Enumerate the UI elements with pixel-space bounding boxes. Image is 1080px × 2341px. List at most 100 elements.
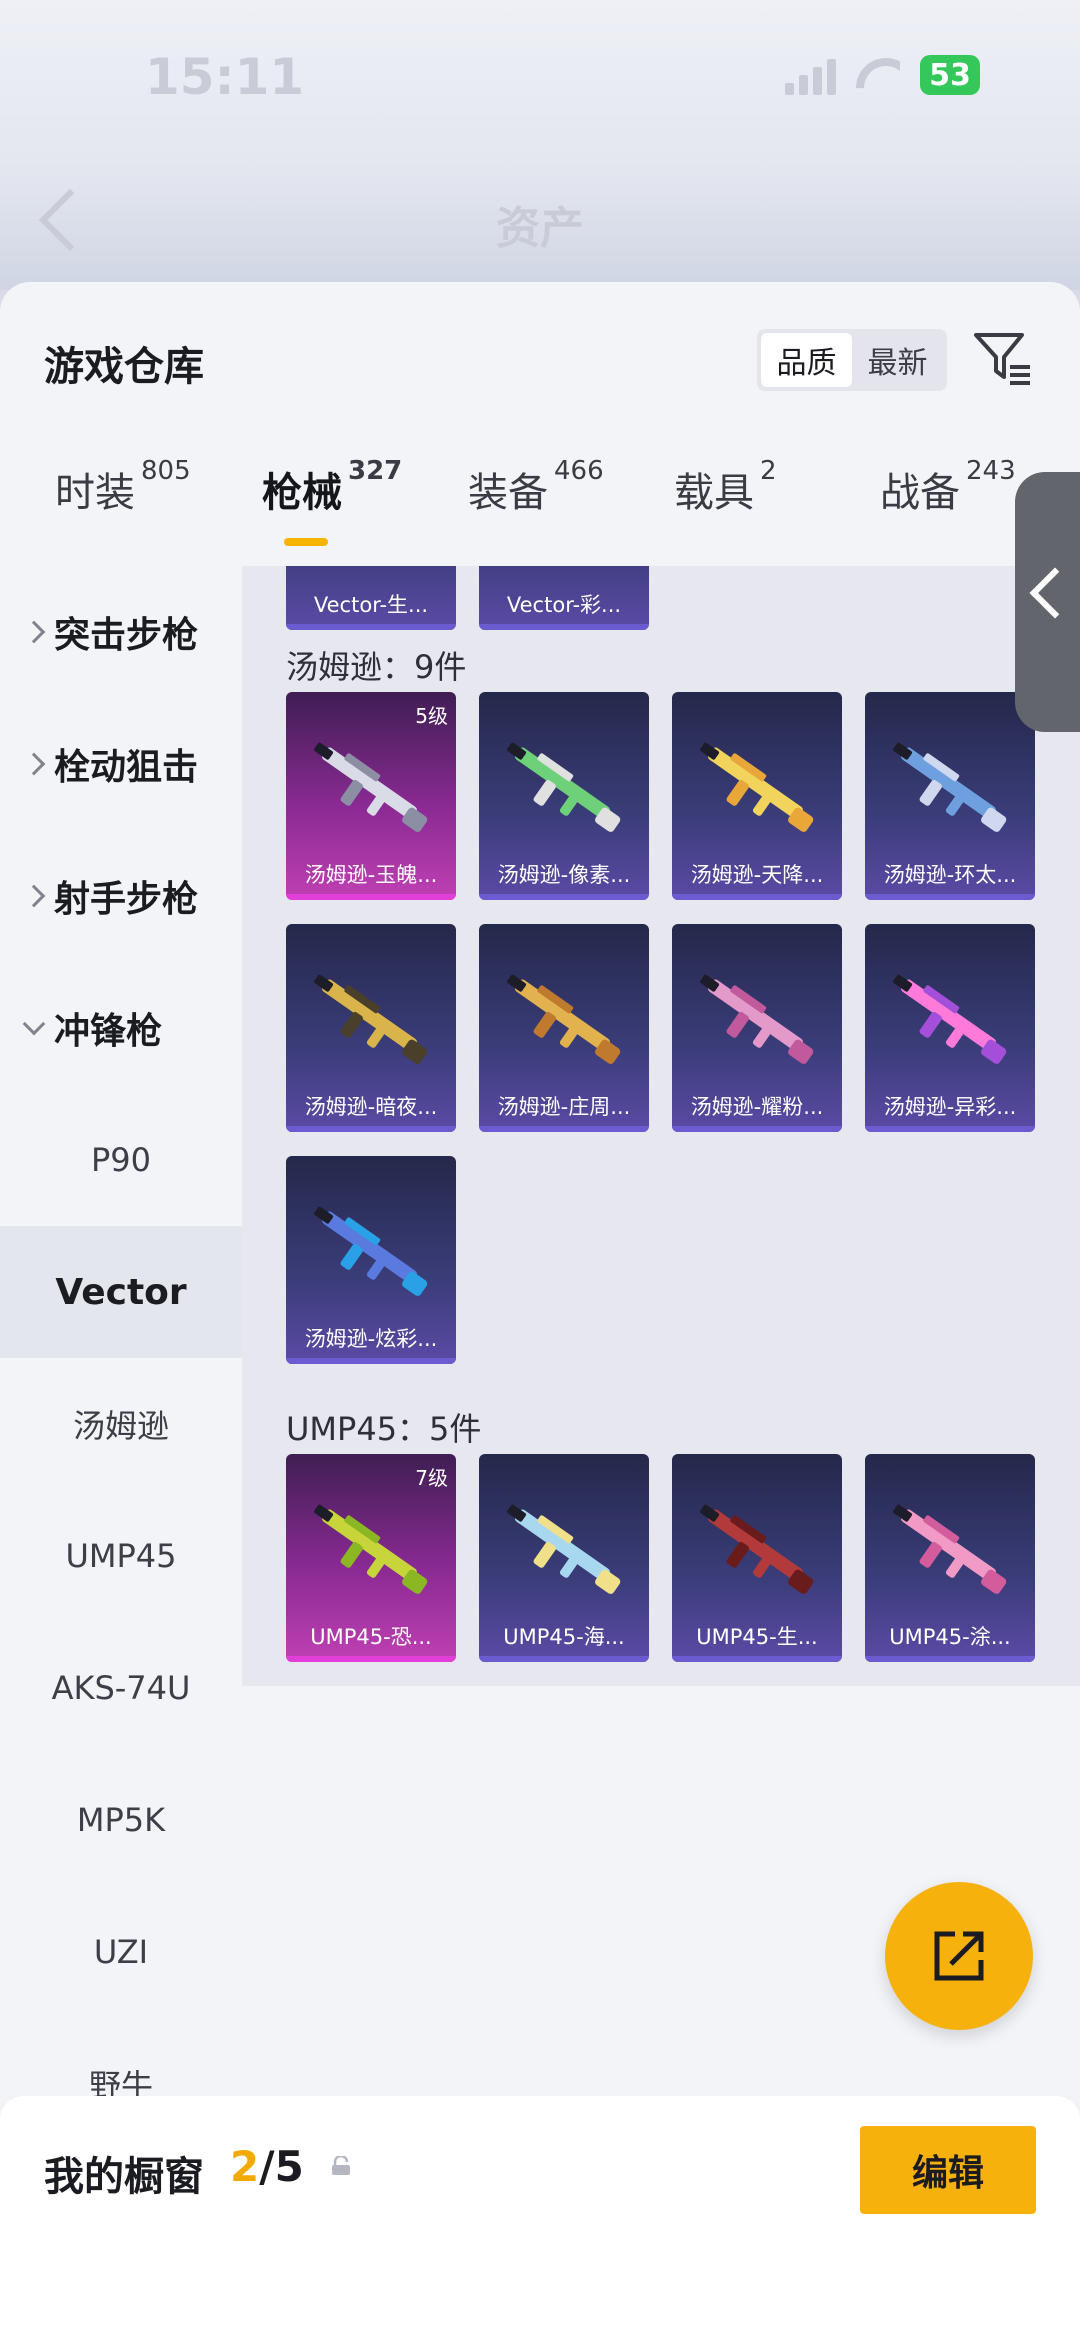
item-card[interactable]: 汤姆逊-异彩... [865,924,1035,1132]
rarity-bar [286,1358,456,1364]
nav-item-0[interactable]: P90 [0,1094,242,1226]
weapon-skin-icon [700,974,814,1064]
sheet-title: 游戏仓库 [44,344,204,390]
item-card[interactable]: Vector-生... [286,566,456,630]
tab-label: 时装 [55,470,135,516]
chevron-right-icon [22,752,46,776]
item-card[interactable]: 汤姆逊-耀粉... [672,924,842,1132]
rarity-bar [286,894,456,900]
tab-label: 战备 [880,470,960,516]
item-label: 汤姆逊-玉魄... [304,863,438,887]
tab-4[interactable]: 战备 243 [880,456,1016,518]
item-label: 汤姆逊-耀粉... [690,1095,824,1119]
sort-toggle: 品质 最新 [757,329,947,391]
item-label: 汤姆逊-炫彩... [304,1327,438,1351]
item-card[interactable]: 汤姆逊-暗夜... [286,924,456,1132]
warehouse-sheet: 游戏仓库 品质 最新 时装 805 枪械 327 装备 466 载具 2 战备 243 突击步枪栓… [0,282,1080,2341]
nav-item-4[interactable]: AKS-74U [0,1622,242,1754]
signal-icon [785,55,836,95]
item-card[interactable]: 5级汤姆逊-玉魄... [286,692,456,900]
showcase-total: /5 [259,2142,304,2191]
status-icons: 53 [785,55,980,95]
weapon-skin-icon [314,1206,428,1296]
item-label: UMP45-海... [503,1625,625,1649]
tab-count: 2 [760,456,777,486]
item-card[interactable]: Vector-彩... [479,566,649,630]
item-card[interactable]: UMP45-涂... [865,1454,1035,1662]
tab-2[interactable]: 装备 466 [468,456,604,518]
tab-count: 466 [554,456,604,486]
item-label: 汤姆逊-异彩... [883,1095,1017,1119]
item-label: 汤姆逊-暗夜... [304,1095,438,1119]
rarity-bar [865,1126,1035,1132]
nav-group-3[interactable]: 冲锋枪 [0,962,242,1094]
nav-group-label: 射手步枪 [54,879,199,920]
item-card[interactable]: 汤姆逊-炫彩... [286,1156,456,1364]
tab-3[interactable]: 载具 2 [674,456,777,518]
item-card[interactable]: UMP45-生... [672,1454,842,1662]
item-level: 5级 [415,704,448,728]
edit-button[interactable]: 编辑 [860,2126,1036,2214]
left-nav: 突击步枪栓动狙击射手步枪冲锋枪 P90 Vector 汤姆逊 UMP45 AKS-74U M… [0,566,242,2105]
tab-1[interactable]: 枪械 327 [262,456,402,546]
tab-count: 243 [966,456,1016,486]
nav-group-1[interactable]: 栓动狙击 [0,698,242,830]
rarity-bar [672,1126,842,1132]
item-card[interactable]: 汤姆逊-像素... [479,692,649,900]
rarity-bar [479,1126,649,1132]
weapon-skin-icon [314,1504,428,1594]
tab-0[interactable]: 时装 805 [55,456,191,518]
chevron-down-icon [22,1012,46,1036]
nav-header: 资产 [0,170,1080,280]
filter-icon[interactable] [972,327,1034,389]
rarity-bar [479,624,649,630]
side-panel-handle[interactable] [1015,472,1080,732]
item-card[interactable]: 汤姆逊-庄周... [479,924,649,1132]
chevron-left-icon [1029,567,1080,619]
weapon-skin-icon [893,974,1007,1064]
nav-item-6[interactable]: UZI [0,1886,242,2018]
nav-item-5[interactable]: MP5K [0,1754,242,1886]
tab-count: 805 [141,456,191,486]
item-grid: Vector-生... Vector-彩... 汤姆逊：9件 5级 汤姆逊-玉魄... 汤… [242,566,1080,1686]
category-tabs: 时装 805 枪械 327 装备 466 载具 2 战备 243 [0,456,1080,560]
showcase-title: 我的橱窗 [44,2154,204,2200]
item-label: UMP45-涂... [889,1625,1011,1649]
showcase-current: 2 [230,2142,260,2191]
nav-group-label: 栓动狙击 [54,747,199,788]
item-label: UMP45-恐... [310,1625,432,1649]
status-time: 15:11 [145,48,305,106]
chevron-right-icon [22,620,46,644]
rarity-bar [479,894,649,900]
nav-group-0[interactable]: 突击步枪 [0,566,242,698]
nav-item-3[interactable]: UMP45 [0,1490,242,1622]
item-card[interactable]: 汤姆逊-天降... [672,692,842,900]
weapon-skin-icon [893,742,1007,832]
rarity-bar [286,624,456,630]
share-icon [934,1931,984,1981]
rarity-bar [865,894,1035,900]
showcase-count: 2/5 [230,2142,304,2191]
item-label: 汤姆逊-天降... [690,863,824,887]
tab-count: 327 [348,456,403,486]
page-title: 资产 [496,203,584,254]
nav-group-2[interactable]: 射手步枪 [0,830,242,962]
nav-item-2[interactable]: 汤姆逊 [0,1358,242,1490]
rarity-bar [672,894,842,900]
item-card[interactable]: 7级 UMP45-恐... [286,1454,456,1662]
status-bar: 15:11 53 [0,0,1080,140]
sort-quality-button[interactable]: 品质 [761,333,852,387]
rarity-bar [865,1656,1035,1662]
rarity-bar [286,1656,456,1662]
rarity-bar [672,1656,842,1662]
item-card[interactable]: 汤姆逊-环太... [865,692,1035,900]
item-label: 汤姆逊-庄周... [497,1095,631,1119]
sort-newest-button[interactable]: 最新 [852,333,943,387]
item-card[interactable]: UMP45-海... [479,1454,649,1662]
nav-item-1[interactable]: Vector [0,1226,242,1358]
showcase-bar: 我的橱窗 2/5 编辑 [0,2096,1080,2341]
rarity-bar [479,1656,649,1662]
share-button[interactable] [885,1882,1033,2030]
section-title: 汤姆逊：9件 [286,648,467,686]
weapon-skin-icon [893,1504,1007,1594]
